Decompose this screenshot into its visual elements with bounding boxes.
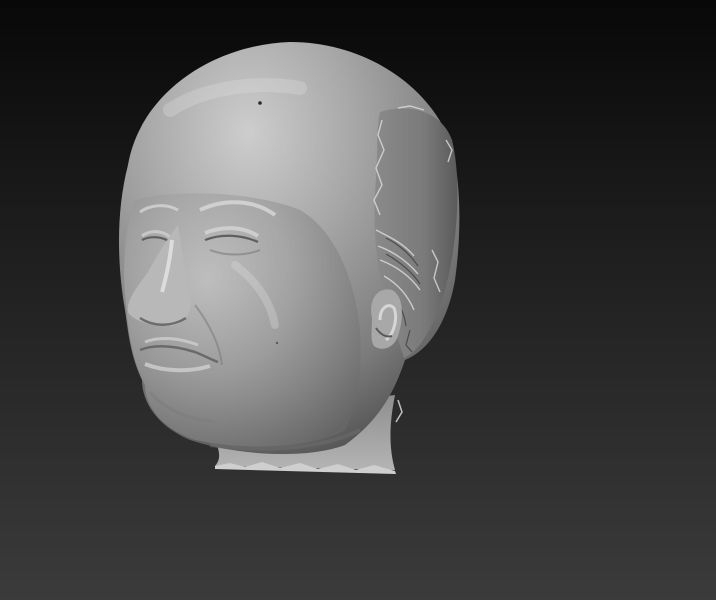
3d-viewport[interactable] — [0, 0, 716, 600]
mole-dot — [275, 341, 279, 345]
head-render — [119, 42, 460, 474]
neck-back-edge — [395, 399, 403, 423]
scan-dot — [258, 101, 262, 105]
